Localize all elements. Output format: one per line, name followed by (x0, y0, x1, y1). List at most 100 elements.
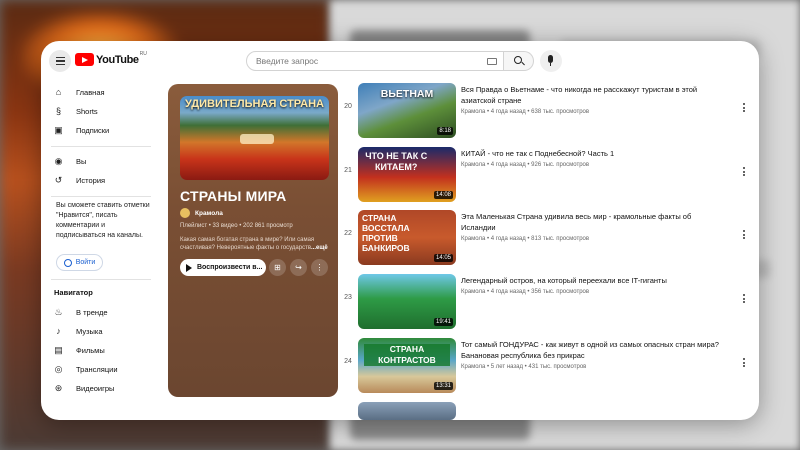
you-icon: ◉ (54, 155, 63, 166)
shorts-icon: § (55, 106, 61, 116)
video-title[interactable]: КИТАЙ - что не так с Поднебесной? Часть … (461, 148, 726, 159)
playlist-title: СТРАНЫ МИРА (180, 188, 287, 204)
sidebar-item-label: Трансляции (76, 364, 118, 374)
sidebar-item-home[interactable]: ⌂ Главная (53, 83, 105, 101)
signin-button[interactable]: Войти (56, 254, 103, 271)
thumbnail-caption: СТРАНА КОНТРАСТОВ (363, 344, 451, 366)
sidebar-item-label: Главная (76, 87, 105, 97)
video-row[interactable]: 20 ВЬЕТНАМ 8:18 Вся Правда о Вьетнаме - … (338, 81, 759, 139)
video-thumbnail[interactable]: ВЬЕТНАМ 8:18 (358, 83, 456, 138)
sidebar-divider (51, 279, 151, 280)
video-more-icon[interactable] (741, 103, 747, 112)
sidebar-item-history[interactable]: ↺ История (53, 171, 105, 189)
search-input[interactable]: Введите запрос (246, 51, 504, 71)
search-button[interactable] (504, 51, 534, 71)
video-duration: 8:18 (437, 127, 453, 135)
sidebar: ⌂ Главная § Shorts ▣ Подписки ◉ Вы ↺ Ист… (41, 83, 161, 420)
gaming-icon: ⊛ (54, 382, 63, 393)
live-icon: ◎ (54, 363, 63, 374)
video-thumbnail[interactable] (358, 402, 456, 420)
video-index: 21 (344, 167, 352, 174)
playlist-author-name: Крамола (195, 209, 223, 217)
video-thumbnail[interactable]: ЧТО НЕ ТАК С КИТАЕМ? 14:08 (358, 147, 456, 202)
sidebar-item-label: Вы (76, 156, 87, 166)
trending-icon: ♨ (54, 306, 63, 317)
sidebar-item-label: Видеоигры (76, 383, 115, 393)
sidebar-item-you[interactable]: ◉ Вы (53, 152, 87, 170)
share-icon[interactable]: ↪ (290, 259, 307, 276)
video-row[interactable]: 22 СТРАНА ВОССТАЛА ПРОТИВ БАНКИРОВ 14:05… (338, 208, 759, 266)
video-more-icon[interactable] (741, 358, 747, 367)
video-more-icon[interactable] (741, 230, 747, 239)
home-icon: ⌂ (55, 87, 62, 97)
play-all-button[interactable]: Воспроизвести в... (180, 259, 266, 276)
playlist-thumbnail[interactable]: УДИВИТЕЛЬНАЯ СТРАНА (180, 96, 329, 180)
sidebar-item-trending[interactable]: ♨ В тренде (53, 303, 108, 321)
playlist-panel: УДИВИТЕЛЬНАЯ СТРАНА СТРАНЫ МИРА Крамола … (168, 84, 338, 397)
video-row[interactable] (338, 400, 759, 420)
video-title[interactable]: Легендарный остров, на который переехали… (461, 275, 726, 286)
save-playlist-icon[interactable]: ⊞ (269, 259, 286, 276)
voice-search-button[interactable] (540, 50, 562, 72)
thumbnail-caption: ВЬЕТНАМ (380, 88, 434, 100)
video-row[interactable]: 23 19:41 Легендарный остров, на который … (338, 272, 759, 330)
sidebar-item-label: История (76, 175, 106, 185)
video-list: 20 ВЬЕТНАМ 8:18 Вся Правда о Вьетнаме - … (338, 81, 759, 420)
video-duration: 13:31 (433, 382, 453, 390)
video-title[interactable]: Эта Маленькая Страна удивила весь мир - … (461, 211, 726, 233)
video-thumbnail[interactable]: СТРАНА ВОССТАЛА ПРОТИВ БАНКИРОВ 14:05 (358, 210, 456, 265)
video-thumbnail[interactable]: СТРАНА КОНТРАСТОВ 13:31 (358, 338, 456, 393)
sidebar-item-subscriptions[interactable]: ▣ Подписки (53, 121, 109, 139)
sidebar-item-label: Фильмы (76, 345, 105, 355)
video-duration: 14:08 (433, 191, 453, 199)
video-row[interactable]: 24 СТРАНА КОНТРАСТОВ 13:31 Тот самый ГОН… (338, 336, 759, 394)
menu-icon[interactable] (49, 50, 71, 72)
keyboard-icon[interactable] (487, 58, 497, 65)
more-options-icon[interactable]: ⋮ (311, 259, 328, 276)
thumbnail-caption: СТРАНА ВОССТАЛА ПРОТИВ БАНКИРОВ (362, 213, 410, 253)
sidebar-item-music[interactable]: ♪ Музыка (53, 322, 103, 340)
subscriptions-icon: ▣ (54, 124, 63, 135)
video-title[interactable]: Вся Правда о Вьетнаме - что никогда не р… (461, 84, 726, 106)
sidebar-item-live[interactable]: ◎ Трансляции (53, 360, 118, 378)
video-duration: 19:41 (433, 318, 453, 326)
description-more-link[interactable]: ...ещё (311, 245, 328, 251)
sidebar-item-label: В тренде (76, 307, 108, 317)
mic-icon (548, 55, 553, 63)
playlist-description: Какая самая богатая страна в мире? Или с… (180, 236, 330, 252)
logo-country: RU (139, 50, 147, 57)
youtube-play-icon (75, 53, 94, 66)
video-index: 20 (344, 103, 352, 110)
play-all-label: Воспроизвести в... (197, 264, 263, 271)
sidebar-item-movies[interactable]: ▤ Фильмы (53, 341, 105, 359)
video-title[interactable]: Тот самый ГОНДУРАС - как живут в одной и… (461, 339, 726, 361)
sidebar-divider (51, 196, 151, 197)
search-icon (514, 56, 522, 64)
playlist-thumbnail-caption: УДИВИТЕЛЬНАЯ СТРАНА (185, 98, 324, 110)
channel-avatar (180, 208, 190, 218)
sidebar-item-gaming[interactable]: ⊛ Видеоигры (53, 379, 115, 397)
video-thumbnail[interactable]: 19:41 (358, 274, 456, 329)
movies-icon: ▤ (54, 344, 63, 355)
video-duration: 14:05 (433, 254, 453, 262)
video-row[interactable]: 21 ЧТО НЕ ТАК С КИТАЕМ? 14:08 КИТАЙ - чт… (338, 145, 759, 203)
video-more-icon[interactable] (741, 294, 747, 303)
video-meta: Крамола • 4 года назад • 813 тыс. просмо… (461, 236, 590, 242)
youtube-logo[interactable]: YouTube RU (75, 50, 147, 66)
video-meta: Крамола • 4 года назад • 926 тыс. просмо… (461, 162, 590, 168)
history-icon: ↺ (54, 174, 63, 185)
top-bar: YouTube RU Введите запрос (41, 41, 759, 83)
account-icon (63, 258, 72, 267)
sidebar-item-shorts[interactable]: § Shorts (53, 102, 98, 120)
video-more-icon[interactable] (741, 167, 747, 176)
thumbnail-caption: ЧТО НЕ ТАК С КИТАЕМ? (365, 151, 428, 172)
sidebar-item-label: Музыка (76, 326, 103, 336)
sidebar-item-label: Shorts (76, 106, 98, 116)
sidebar-item-label: Подписки (76, 125, 110, 135)
playlist-description-text: Какая самая богатая страна в мире? Или с… (180, 237, 315, 251)
logo-text: YouTube (96, 53, 139, 66)
play-icon (186, 263, 192, 272)
signin-label: Войти (75, 259, 96, 266)
playlist-meta: Плейлист • 33 видео • 202 861 просмотр (180, 223, 293, 229)
playlist-author[interactable]: Крамола (180, 208, 223, 218)
